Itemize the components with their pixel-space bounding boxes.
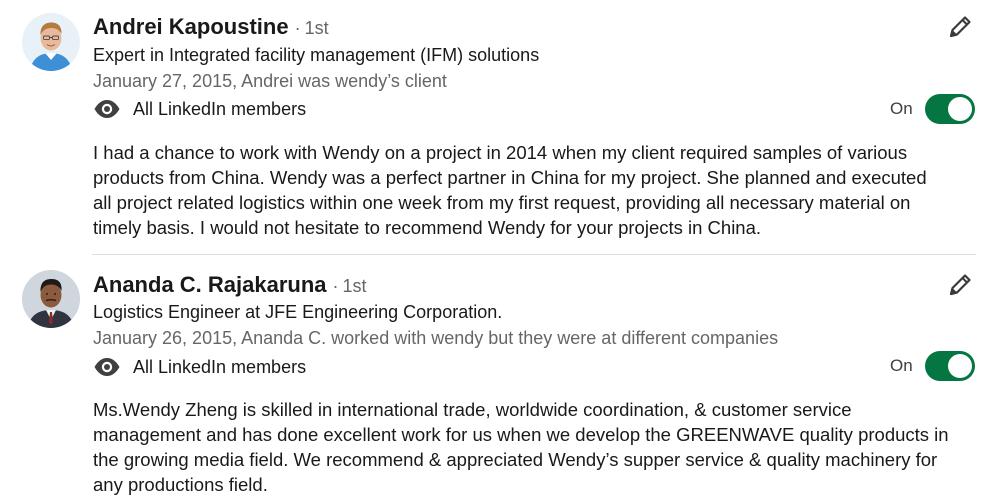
visibility-toggle[interactable] — [924, 94, 975, 124]
toggle-knob — [947, 97, 972, 121]
recommendation-text-line: all project related logistics within one… — [93, 192, 911, 213]
member-headline: Logistics Engineer at JFE Engineering Co… — [93, 302, 503, 322]
avatar[interactable] — [22, 270, 80, 328]
recommendation-meta: January 27, 2015, Andrei was wendy’s cli… — [93, 71, 447, 91]
visibility-label: All LinkedIn members — [133, 98, 307, 119]
recommendation-text-line: products from China. Wendy was a perfect… — [93, 167, 927, 188]
separator-dot: · — [294, 18, 301, 38]
eye-icon — [93, 357, 121, 377]
visibility-label: All LinkedIn members — [133, 356, 307, 377]
connection-degree: 1st — [342, 276, 367, 296]
member-headline: Expert in Integrated facility management… — [93, 45, 540, 65]
toggle-label: On — [890, 99, 913, 118]
separator-dot: · — [332, 276, 339, 296]
member-name-line: Ananda C. Rajakaruna · 1st — [93, 271, 367, 300]
connection-degree: 1st — [304, 18, 329, 38]
recommendation-card: Andrei Kapoustine · 1st Expert in Integrat… — [0, 0, 1000, 255]
recommendation-text-line: Ms.Wendy Zheng is skilled in internation… — [93, 399, 852, 420]
avatar-photo — [22, 270, 80, 328]
pencil-icon[interactable] — [945, 12, 975, 42]
recommendation-card: Ananda C. Rajakaruna · 1st Logistics Engin… — [0, 256, 1000, 503]
toggle-knob — [947, 354, 972, 378]
visibility-toggle[interactable] — [924, 351, 975, 381]
member-name[interactable]: Andrei Kapoustine — [93, 14, 289, 39]
member-name[interactable]: Ananda C. Rajakaruna — [93, 272, 327, 297]
visibility-toggle-group: On — [890, 93, 975, 125]
visibility-setting: All LinkedIn members — [93, 96, 306, 122]
divider — [92, 254, 976, 255]
visibility-toggle-group: On — [890, 350, 975, 382]
recommendation-text: I had a chance to work with Wendy on a p… — [93, 140, 983, 240]
member-name-line: Andrei Kapoustine · 1st — [93, 13, 329, 42]
recommendation-text-line: I had a chance to work with Wendy on a p… — [93, 142, 908, 163]
eye-icon — [93, 99, 121, 119]
avatar[interactable] — [22, 13, 80, 71]
recommendation-text-line: timely basis. I would not hesitate to re… — [93, 217, 762, 238]
avatar-photo — [22, 13, 80, 71]
visibility-setting: All LinkedIn members — [93, 354, 306, 380]
recommendation-meta: January 26, 2015, Ananda C. worked with … — [93, 328, 779, 348]
recommendation-text-line: any productions field. — [93, 474, 268, 495]
recommendation-text: Ms.Wendy Zheng is skilled in internation… — [93, 397, 983, 497]
pencil-icon[interactable] — [945, 270, 975, 300]
recommendation-text-line: management and has done excellent work f… — [93, 424, 949, 445]
recommendation-text-line: the growing media field. We recommend & … — [93, 449, 938, 470]
toggle-label: On — [890, 356, 913, 375]
